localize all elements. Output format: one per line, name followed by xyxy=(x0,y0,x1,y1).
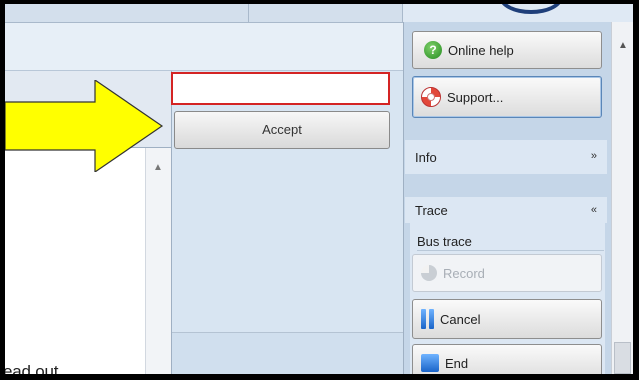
trace-title: Trace xyxy=(415,203,448,218)
cancel-label: Cancel xyxy=(440,311,481,327)
left-scrollbar[interactable]: ▲ xyxy=(145,148,172,374)
application-window: ead out. ▲ Accept ? Online help Support.… xyxy=(5,4,633,374)
yellow-pointer-arrow-icon xyxy=(5,80,164,172)
header-band xyxy=(5,23,403,71)
support-button[interactable]: Support... xyxy=(412,76,602,118)
info-title: Info xyxy=(415,150,437,165)
support-label: Support... xyxy=(447,89,504,105)
info-section-header[interactable]: Info » xyxy=(405,140,607,174)
middle-lower-panel xyxy=(172,333,403,374)
highlighted-input-field[interactable] xyxy=(171,72,390,105)
pause-icon xyxy=(421,309,434,329)
scrollbar-thumb[interactable] xyxy=(614,342,631,374)
online-help-button[interactable]: ? Online help xyxy=(412,31,602,69)
toolbar-separator xyxy=(248,4,249,22)
bus-trace-label: Bus trace xyxy=(417,234,472,249)
toolbar-separator xyxy=(402,4,403,22)
accept-button[interactable]: Accept xyxy=(174,111,390,149)
help-icon: ? xyxy=(424,41,442,59)
record-button[interactable]: Record xyxy=(412,254,602,292)
bus-trace-divider xyxy=(417,250,604,251)
scroll-up-arrow-icon[interactable]: ▲ xyxy=(618,40,628,51)
end-button[interactable]: End xyxy=(412,344,602,374)
record-label: Record xyxy=(443,265,485,281)
end-label: End xyxy=(445,355,469,371)
top-toolbar-strip xyxy=(5,4,403,23)
record-icon xyxy=(421,265,437,281)
trace-section-header[interactable]: Trace « xyxy=(405,197,607,223)
online-help-label: Online help xyxy=(448,42,514,58)
left-content-pane: ead out. xyxy=(5,148,145,374)
lifebuoy-icon xyxy=(421,87,441,107)
sidebar-scrollbar[interactable]: ▲ xyxy=(611,22,633,374)
readout-text: ead out. xyxy=(5,362,63,374)
cancel-button[interactable]: Cancel xyxy=(412,299,602,339)
expand-chevron-icon[interactable]: » xyxy=(591,150,597,162)
collapse-chevron-icon[interactable]: « xyxy=(591,204,597,216)
stop-icon xyxy=(421,354,439,372)
brand-logo xyxy=(499,4,563,14)
